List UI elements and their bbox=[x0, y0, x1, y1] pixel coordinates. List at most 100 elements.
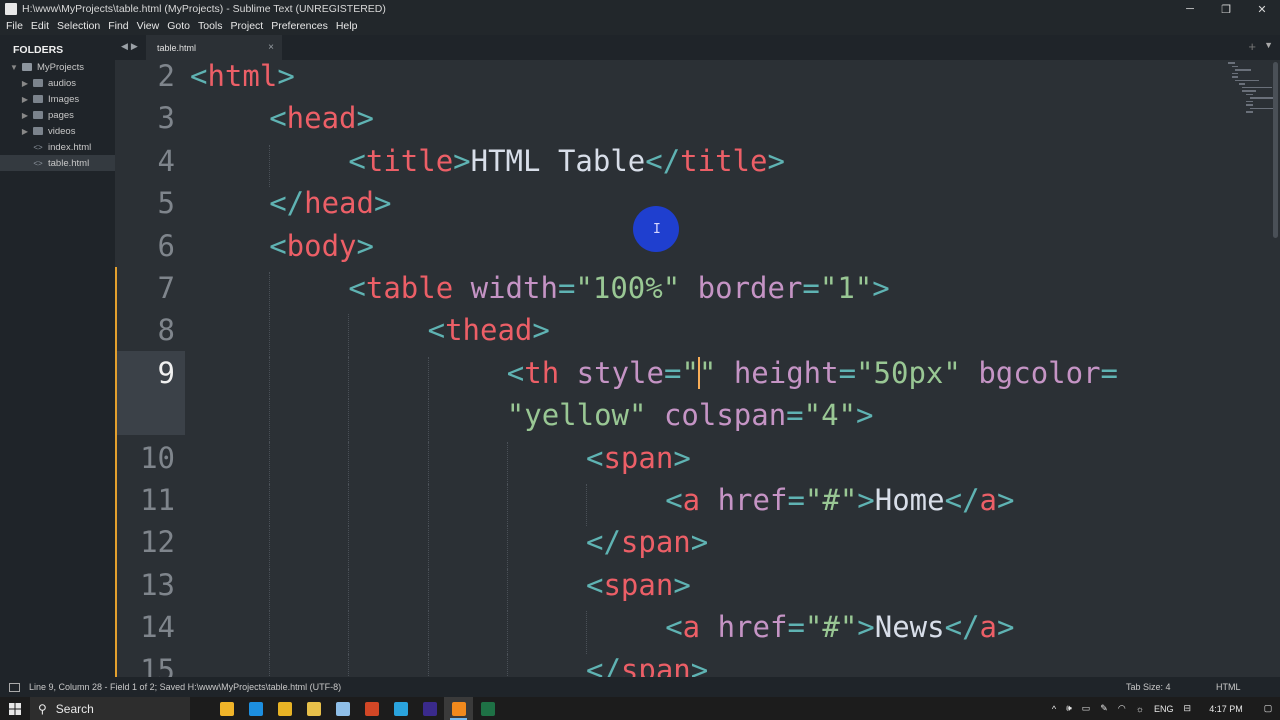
tab-nav-arrows-icon[interactable]: ◀▶ bbox=[121, 41, 141, 52]
code-line[interactable]: <a href="#">Home</a> bbox=[665, 484, 1014, 526]
code-token: < bbox=[665, 610, 683, 645]
code-token: > bbox=[997, 610, 1015, 645]
sidebar-file-index-html[interactable]: <> index.html bbox=[0, 139, 115, 155]
code-token: </ bbox=[645, 143, 681, 178]
code-token: body bbox=[286, 228, 357, 263]
code-area[interactable]: <html> <head> <title>HTML Table</title> </h… bbox=[190, 60, 1280, 677]
code-line[interactable]: <table width="100%" border="1"> bbox=[348, 272, 889, 314]
wifi-icon[interactable]: ◠ bbox=[1118, 703, 1126, 714]
code-token: " bbox=[681, 355, 699, 390]
open-folder-icon bbox=[22, 63, 32, 71]
menu-view[interactable]: View bbox=[133, 18, 164, 35]
code-token: > bbox=[356, 101, 374, 136]
notifications-icon[interactable]: ▢ bbox=[1256, 703, 1280, 714]
tab-dropdown-icon[interactable]: ▼ bbox=[1264, 40, 1273, 50]
line-number: 2 bbox=[157, 60, 175, 93]
syntax-indicator[interactable]: HTML bbox=[1216, 682, 1280, 692]
new-tab-plus-icon[interactable]: + bbox=[1248, 39, 1256, 54]
sidebar-folder-pages[interactable]: ▶ pages bbox=[0, 107, 115, 123]
minimize-button[interactable]: ─ bbox=[1172, 0, 1208, 18]
battery-icon[interactable]: ▭ bbox=[1082, 703, 1091, 714]
menu-file[interactable]: File bbox=[2, 18, 27, 35]
menu-tools[interactable]: Tools bbox=[194, 18, 227, 35]
code-token: height bbox=[733, 355, 839, 390]
code-token: > bbox=[453, 143, 471, 178]
code-line[interactable]: <thead> bbox=[428, 314, 550, 356]
code-line[interactable]: <span> bbox=[586, 442, 691, 484]
tab-table-html[interactable]: table.html × bbox=[146, 35, 282, 60]
menu-find[interactable]: Find bbox=[104, 18, 132, 35]
panel-toggle-icon[interactable] bbox=[9, 682, 20, 692]
code-line[interactable]: "yellow" colspan="4"> bbox=[507, 399, 874, 441]
code-line[interactable]: </span> bbox=[586, 526, 708, 568]
code-editor[interactable]: 2 3 4 5 6 7 8 9 10 11 12 13 14 15 <html> <head> <title>… bbox=[115, 60, 1280, 677]
taskbar-app-edge[interactable] bbox=[241, 697, 270, 720]
code-token: = bbox=[787, 610, 805, 645]
menu-edit[interactable]: Edit bbox=[27, 18, 53, 35]
code-line[interactable]: <th style="" height="50px" bgcolor= bbox=[507, 355, 1118, 399]
code-line[interactable]: <title>HTML Table</title> bbox=[348, 145, 785, 187]
collapsed-triangle-icon[interactable]: ▶ bbox=[21, 79, 29, 88]
code-line[interactable]: <a href="#">News</a> bbox=[665, 611, 1014, 653]
show-hidden-icons-icon[interactable]: ^ bbox=[1052, 704, 1056, 714]
menu-goto[interactable]: Goto bbox=[163, 18, 194, 35]
close-button[interactable]: ✕ bbox=[1244, 0, 1280, 18]
code-line[interactable]: </span> bbox=[586, 654, 708, 677]
code-token: " bbox=[698, 355, 717, 390]
minimap[interactable] bbox=[1228, 62, 1274, 132]
clock[interactable]: 4:17 PM bbox=[1196, 704, 1256, 714]
taskbar-app-excel[interactable] bbox=[473, 697, 502, 720]
folder-icon bbox=[33, 111, 43, 119]
code-token: HTML Table bbox=[470, 143, 646, 178]
window-title: H:\www\MyProjects\table.html (MyProjects… bbox=[22, 3, 386, 15]
code-token: span bbox=[603, 567, 674, 602]
taskbar-app-after-effects[interactable] bbox=[415, 697, 444, 720]
taskbar-app-powerpoint[interactable] bbox=[357, 697, 386, 720]
sidebar-folder-videos[interactable]: ▶ videos bbox=[0, 123, 115, 139]
taskbar-app-folder[interactable] bbox=[299, 697, 328, 720]
windows-start-icon[interactable] bbox=[0, 697, 30, 720]
tab-close-icon[interactable]: × bbox=[268, 42, 274, 53]
menu-help[interactable]: Help bbox=[332, 18, 362, 35]
menu-project[interactable]: Project bbox=[227, 18, 268, 35]
line-number: 6 bbox=[157, 228, 175, 263]
minimap-line bbox=[1246, 100, 1253, 102]
taskbar-app-sublime-text[interactable] bbox=[444, 697, 473, 720]
taskbar-app-file-explorer[interactable] bbox=[212, 697, 241, 720]
indent-guide bbox=[427, 484, 429, 527]
project-folder[interactable]: ▼ MyProjects bbox=[0, 59, 115, 75]
code-token: "100%" bbox=[575, 271, 681, 305]
menu-preferences[interactable]: Preferences bbox=[267, 18, 332, 35]
tab-size-indicator[interactable]: Tab Size: 4 bbox=[1126, 682, 1216, 692]
vertical-scrollbar[interactable] bbox=[1273, 62, 1278, 238]
collapsed-triangle-icon[interactable]: ▶ bbox=[21, 127, 29, 136]
code-line[interactable]: <span> bbox=[586, 569, 691, 611]
network-icon[interactable]: ⊟ bbox=[1183, 703, 1191, 714]
collapsed-triangle-icon[interactable]: ▶ bbox=[21, 111, 29, 120]
pen-icon[interactable]: ✎ bbox=[1100, 703, 1108, 714]
menu-selection[interactable]: Selection bbox=[53, 18, 104, 35]
collapsed-triangle-icon[interactable]: ▶ bbox=[21, 95, 29, 104]
code-line[interactable]: </head> bbox=[269, 187, 391, 229]
expand-triangle-icon[interactable]: ▼ bbox=[10, 63, 18, 72]
taskbar-search[interactable]: ⚲ Search bbox=[30, 697, 190, 720]
sidebar-folder-audios[interactable]: ▶ audios bbox=[0, 75, 115, 91]
code-line[interactable]: <head> bbox=[269, 102, 374, 144]
search-icon: ⚲ bbox=[38, 701, 47, 716]
taskbar-app-notes[interactable] bbox=[328, 697, 357, 720]
code-line[interactable]: <html> bbox=[190, 60, 295, 102]
code-token: span bbox=[620, 525, 691, 560]
restore-button[interactable]: ❐ bbox=[1208, 0, 1244, 18]
brightness-icon[interactable]: ☼ bbox=[1136, 704, 1144, 714]
sidebar-folder-images[interactable]: ▶ Images bbox=[0, 91, 115, 107]
taskbar-app-chrome[interactable] bbox=[270, 697, 299, 720]
code-token: = bbox=[838, 355, 857, 390]
indent-guide bbox=[506, 568, 508, 612]
code-token: width bbox=[470, 271, 558, 305]
code-token: "#" bbox=[804, 610, 858, 645]
sidebar-file-table-html[interactable]: <> table.html bbox=[0, 155, 115, 171]
code-line[interactable]: <body> bbox=[269, 230, 374, 272]
language-indicator[interactable]: ENG bbox=[1154, 704, 1174, 714]
taskbar-app-telegram[interactable] bbox=[386, 697, 415, 720]
volume-icon[interactable]: 🕪 bbox=[1066, 703, 1072, 714]
